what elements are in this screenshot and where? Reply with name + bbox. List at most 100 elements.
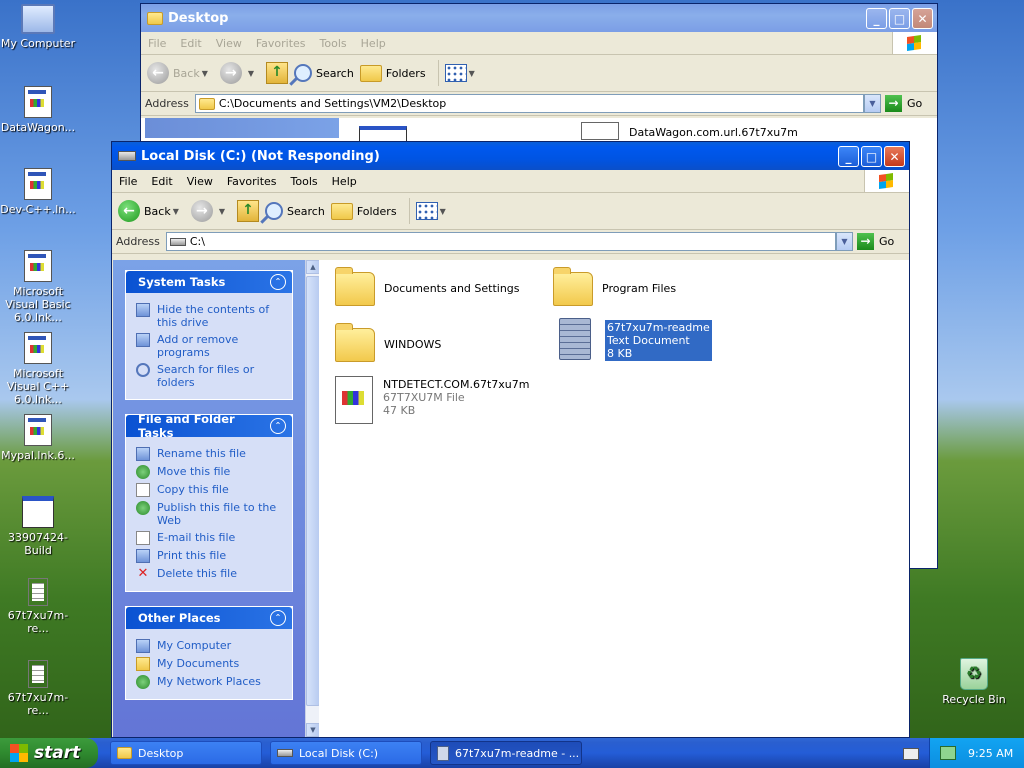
task-move-file[interactable]: Move this file <box>136 465 284 479</box>
address-dropdown-button[interactable]: ▼ <box>864 94 881 113</box>
drive-icon <box>277 749 293 757</box>
panel-header[interactable]: System Tasks ⌃ <box>126 271 292 293</box>
folder-documents-and-settings[interactable]: Documents and Settings <box>335 267 520 306</box>
toolbar-separator <box>437 60 439 86</box>
search-button[interactable]: Search <box>265 202 325 220</box>
place-my-network-places[interactable]: My Network Places <box>136 675 284 689</box>
item-size: 47 KB <box>383 404 416 417</box>
maximize-button[interactable]: □ <box>889 7 910 29</box>
folder-program-files[interactable]: Program Files <box>553 267 676 306</box>
task-rename-file[interactable]: Rename this file <box>136 447 284 461</box>
collapse-icon[interactable]: ⌃ <box>270 418 286 434</box>
menu-file[interactable]: File <box>112 175 144 188</box>
address-label: Address <box>145 97 189 110</box>
menu-tools[interactable]: Tools <box>313 37 354 50</box>
collapse-icon[interactable]: ⌃ <box>270 274 286 290</box>
forward-button[interactable]: → ▼ <box>190 200 231 222</box>
back-button[interactable]: ← Back ▼ <box>118 200 185 222</box>
publish-web-icon <box>136 501 150 515</box>
close-button[interactable]: ✕ <box>884 145 905 167</box>
folders-button[interactable]: Folders <box>330 202 397 220</box>
menu-file[interactable]: File <box>141 37 173 50</box>
menu-tools[interactable]: Tools <box>284 175 325 188</box>
taskbar-button-local-disk[interactable]: Local Disk (C:) <box>270 741 422 765</box>
collapse-icon[interactable]: ⌃ <box>270 610 286 626</box>
address-dropdown-button[interactable]: ▼ <box>836 232 853 251</box>
file-label[interactable]: DataWagon.com.url.67t7xu7m <box>629 126 798 139</box>
panel-header[interactable]: Other Places ⌃ <box>126 607 292 629</box>
task-publish-web[interactable]: Publish this file to the Web <box>136 501 284 527</box>
place-my-computer[interactable]: My Computer <box>136 639 284 653</box>
taskbar-button-readme[interactable]: 67t7xu7m-readme - ... <box>430 741 582 765</box>
keyboard-icon[interactable] <box>903 748 919 760</box>
desktop-icon-label: Recycle Bin <box>942 693 1006 706</box>
search-button[interactable]: Search <box>294 64 354 82</box>
up-button[interactable]: ↑ <box>237 200 260 222</box>
desktop-icon-readme-2[interactable]: 67t7xu7m-re... <box>0 660 76 717</box>
menu-favorites[interactable]: Favorites <box>220 175 284 188</box>
task-add-remove-programs[interactable]: Add or remove programs <box>136 333 284 359</box>
desktop-icon-vb6[interactable]: Microsoft Visual Basic 6.0.lnk... <box>0 250 76 324</box>
task-search-files[interactable]: Search for files or folders <box>136 363 284 389</box>
menu-help[interactable]: Help <box>325 175 364 188</box>
desktop-icon-datawagon[interactable]: DataWagon... <box>0 86 76 134</box>
start-button[interactable]: start <box>0 738 98 768</box>
views-button[interactable]: ▼ <box>444 64 481 82</box>
vertical-scrollbar[interactable]: ▲ ▼ <box>305 260 320 737</box>
minimize-button[interactable]: _ <box>838 145 859 167</box>
back-button[interactable]: ← Back ▼ <box>147 62 214 84</box>
task-hide-drive-contents[interactable]: Hide the contents of this drive <box>136 303 284 329</box>
menu-help[interactable]: Help <box>354 37 393 50</box>
desktop-icon-label: 33907424-Build <box>8 531 68 557</box>
windows-logo-icon <box>864 170 909 192</box>
local-disk-explorer-window[interactable]: Local Disk (C:) (Not Responding) _ □ ✕ F… <box>111 141 910 738</box>
desktop-icon-mypal[interactable]: Mypal.lnk.6... <box>0 414 76 462</box>
address-input[interactable]: C:\Documents and Settings\VM2\Desktop <box>194 94 864 113</box>
views-button[interactable]: ▼ <box>415 202 452 220</box>
desktop-icon-devcpp[interactable]: Dev-C++.ln... <box>0 168 76 216</box>
title-bar[interactable]: Local Disk (C:) (Not Responding) _ □ ✕ <box>112 142 909 170</box>
title-bar[interactable]: Desktop _ □ ✕ <box>141 4 937 32</box>
forward-button[interactable]: → ▼ <box>219 62 260 84</box>
place-my-documents[interactable]: My Documents <box>136 657 284 671</box>
taskbar-button-desktop[interactable]: Desktop <box>110 741 262 765</box>
folder-windows[interactable]: WINDOWS <box>335 323 441 362</box>
menu-view[interactable]: View <box>209 37 249 50</box>
go-button[interactable]: → Go <box>885 95 933 112</box>
address-input[interactable]: C:\ <box>165 232 836 251</box>
menu-favorites[interactable]: Favorites <box>249 37 313 50</box>
task-copy-file[interactable]: Copy this file <box>136 483 284 497</box>
desktop-icon-recycle-bin[interactable]: ♻ Recycle Bin <box>936 658 1012 706</box>
menu-edit[interactable]: Edit <box>173 37 208 50</box>
desktop-icon-readme-1[interactable]: 67t7xu7m-re... <box>0 578 76 635</box>
desktop-icon-my-computer[interactable]: My Computer <box>0 4 76 50</box>
up-button[interactable]: ↑ <box>266 62 289 84</box>
app-shortcut-icon <box>24 86 52 118</box>
file-ntdetect[interactable]: NTDETECT.COM.67t7xu7m 67T7XU7M File 47 K… <box>335 376 529 424</box>
folder-icon <box>335 267 375 306</box>
file-readme[interactable]: 67t7xu7m-readme Text Document 8 KB <box>559 318 712 361</box>
folders-button[interactable]: Folders <box>359 64 426 82</box>
go-button[interactable]: → Go <box>857 233 905 250</box>
scroll-down-button[interactable]: ▼ <box>306 723 320 737</box>
item-text: 67t7xu7m-readme Text Document 8 KB <box>605 320 712 361</box>
minimize-button[interactable]: _ <box>866 7 887 29</box>
network-tray-icon[interactable] <box>940 746 956 760</box>
folder-icon <box>117 747 132 759</box>
close-button[interactable]: ✕ <box>912 7 933 29</box>
hide-contents-icon <box>136 303 150 317</box>
clock[interactable]: 9:25 AM <box>968 747 1013 760</box>
scroll-thumb[interactable] <box>306 276 320 706</box>
maximize-button[interactable]: □ <box>861 145 882 167</box>
menu-edit[interactable]: Edit <box>144 175 179 188</box>
desktop-icon-vcpp6[interactable]: Microsoft Visual C++ 6.0.lnk... <box>0 332 76 406</box>
task-print-file[interactable]: Print this file <box>136 549 284 563</box>
task-email-file[interactable]: E-mail this file <box>136 531 284 545</box>
desktop-icon-build[interactable]: 33907424-Build <box>0 496 76 557</box>
task-delete-file[interactable]: ✕ Delete this file <box>136 567 284 581</box>
scroll-up-button[interactable]: ▲ <box>306 260 320 274</box>
panel-header[interactable]: File and Folder Tasks ⌃ <box>126 412 292 440</box>
task-label: Publish this file to the Web <box>157 501 277 527</box>
desktop-icon-label: Microsoft Visual Basic 6.0.lnk... <box>5 285 71 324</box>
menu-view[interactable]: View <box>180 175 220 188</box>
